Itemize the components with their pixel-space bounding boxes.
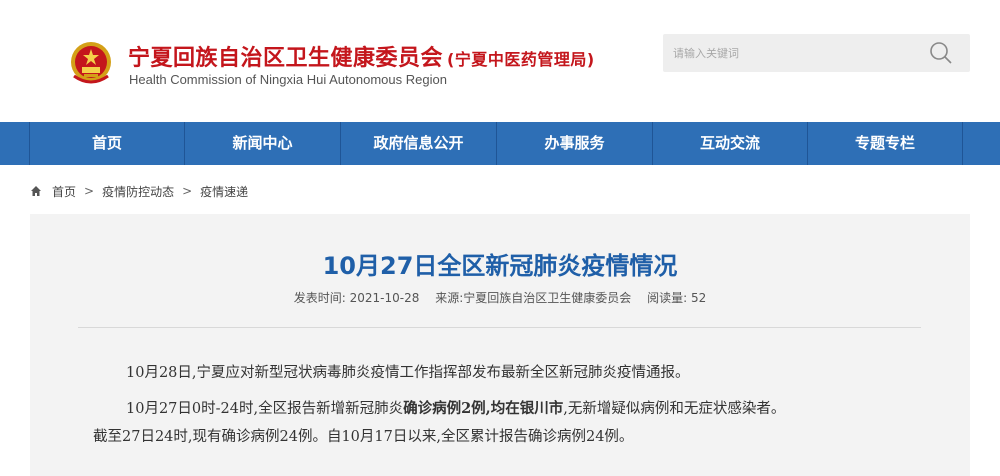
paragraph-2-part-c: ,无新增疑似病例和无症状感染者。 bbox=[563, 401, 786, 417]
date-label: 发表时间: bbox=[293, 291, 346, 305]
search-input[interactable] bbox=[671, 34, 911, 72]
national-emblem-icon[interactable] bbox=[68, 40, 114, 86]
views-value: 52 bbox=[690, 291, 707, 305]
main-nav: 首页 新闻中心 政府信息公开 办事服务 互动交流 专题专栏 bbox=[0, 122, 1000, 165]
site-title-sub: (宁夏中医药管理局) bbox=[447, 50, 595, 69]
views-label: 阅读量: bbox=[647, 291, 688, 305]
site-title-main: 宁夏回族自治区卫生健康委员会 bbox=[128, 46, 444, 71]
home-icon bbox=[31, 186, 41, 196]
breadcrumb-epidemic-news[interactable]: 疫情防控动态 bbox=[102, 183, 174, 200]
date-value: 2021-10-28 bbox=[349, 291, 420, 305]
nav-item-home[interactable]: 首页 bbox=[30, 122, 184, 165]
article-views: 阅读量: 52 bbox=[647, 291, 706, 305]
breadcrumb-separator: > bbox=[84, 184, 95, 198]
nav-item-services[interactable]: 办事服务 bbox=[497, 122, 652, 165]
nav-item-news[interactable]: 新闻中心 bbox=[185, 122, 340, 165]
nav-item-topics[interactable]: 专题专栏 bbox=[808, 122, 962, 165]
site-header: 宁夏回族自治区卫生健康委员会 (宁夏中医药管理局) Health Commissi… bbox=[0, 0, 1000, 122]
article-paragraph-1: 10月28日,宁夏应对新型冠状病毒肺炎疫情工作指挥部发布最新全区新冠肺炎疫情通报… bbox=[126, 365, 690, 381]
site-title[interactable]: 宁夏回族自治区卫生健康委员会 (宁夏中医药管理局) bbox=[128, 40, 595, 72]
breadcrumb-home[interactable]: 首页 bbox=[52, 183, 76, 200]
nav-item-gov-info[interactable]: 政府信息公开 bbox=[341, 122, 496, 165]
breadcrumb-epidemic-briefing[interactable]: 疫情速递 bbox=[200, 183, 248, 200]
breadcrumb: 首页 > 疫情防控动态 > 疫情速递 bbox=[30, 182, 248, 200]
nav-separator bbox=[962, 122, 963, 165]
article-paragraph-3: 截至27日24时,现有确诊病例24例。自10月17日以来,全区累计报告确诊病例2… bbox=[93, 429, 634, 445]
nav-item-interaction[interactable]: 互动交流 bbox=[653, 122, 807, 165]
site-title-english: Health Commission of Ningxia Hui Autonom… bbox=[129, 72, 447, 87]
article-date: 发表时间: 2021-10-28 bbox=[294, 291, 420, 305]
paragraph-2-highlight: 确诊病例2例,均在银川市 bbox=[403, 400, 564, 417]
article-divider bbox=[78, 327, 921, 328]
article-meta: 发表时间: 2021-10-28 来源:宁夏回族自治区卫生健康委员会 阅读量: … bbox=[0, 289, 1000, 306]
source-value: 宁夏回族自治区卫生健康委员会 bbox=[463, 291, 632, 305]
breadcrumb-separator: > bbox=[182, 184, 193, 198]
article-title: 10月27日全区新冠肺炎疫情情况 bbox=[322, 252, 678, 280]
article-paragraph-2: 10月27日0时-24时,全区报告新增新冠肺炎确诊病例2例,均在银川市,无新增疑… bbox=[126, 397, 785, 418]
search-box bbox=[663, 34, 970, 72]
paragraph-2-part-a: 10月27日0时-24时,全区报告新增新冠肺炎 bbox=[126, 401, 404, 417]
search-icon[interactable] bbox=[928, 40, 954, 66]
article-source: 来源:宁夏回族自治区卫生健康委员会 bbox=[435, 291, 631, 305]
source-label: 来源: bbox=[435, 291, 464, 305]
